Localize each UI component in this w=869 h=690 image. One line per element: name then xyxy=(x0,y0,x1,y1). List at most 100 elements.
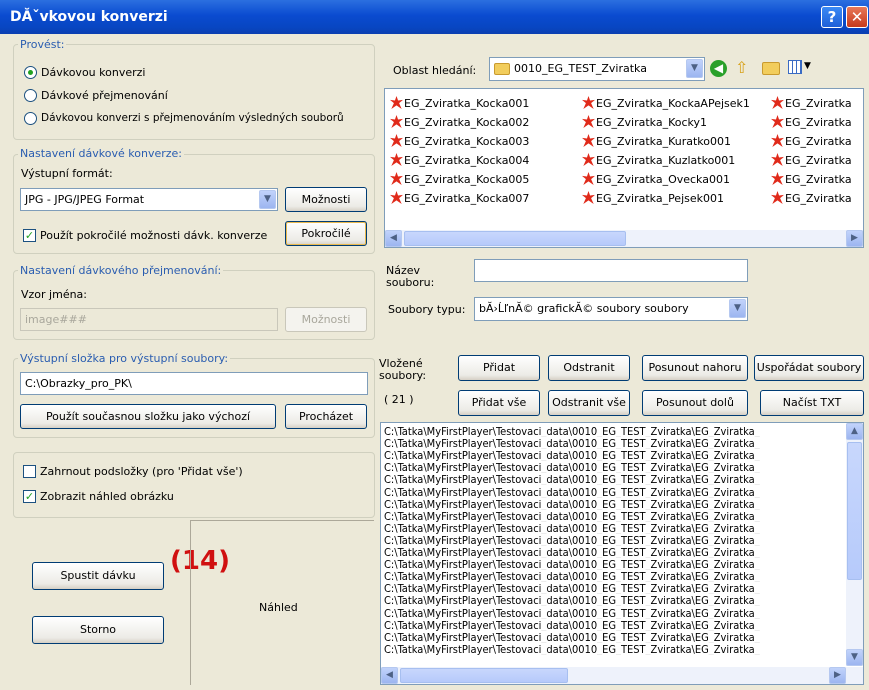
image-file-icon xyxy=(390,172,403,185)
advanced-options-label[interactable]: Použít pokročilé možnosti dávk. konverze xyxy=(40,229,267,242)
radio-batch-rename[interactable] xyxy=(24,89,37,102)
file-item[interactable]: EG_Zviratka_Kocka003 xyxy=(390,133,529,151)
queue-item[interactable]: C:\Tatka\MyFirstPlayer\Testovaci_data\00… xyxy=(384,571,844,582)
output-format-select[interactable]: JPG - JPG/JPEG Format ▼ xyxy=(20,188,278,211)
start-batch-button[interactable]: Spustit dávku xyxy=(32,562,164,590)
file-item[interactable]: EG_Zviratka_Kocky1 xyxy=(582,114,707,132)
queue-item[interactable]: C:\Tatka\MyFirstPlayer\Testovaci_data\00… xyxy=(384,608,844,619)
help-button[interactable]: ? xyxy=(821,6,843,28)
radio-batch-convert-label[interactable]: Dávkovou konverzi xyxy=(41,66,145,79)
remove-all-button[interactable]: Odstranit vše xyxy=(548,390,630,416)
output-folder-input[interactable]: C:\Obrazky_pro_PK\ xyxy=(20,372,368,395)
show-preview-checkbox[interactable]: ✓ xyxy=(23,490,36,503)
filetype-select[interactable]: bĂ›ĹľnĂ© grafickĂ© soubory soubory ▼ xyxy=(474,297,748,321)
search-location-select[interactable]: 0010_EG_TEST_Zviratka ▼ xyxy=(489,57,705,81)
file-item[interactable]: EG_Zviratka xyxy=(771,133,852,151)
file-item[interactable]: EG_Zviratka_Kuzlatko001 xyxy=(582,152,735,170)
file-item[interactable]: EG_Zviratka_Kuratko001 xyxy=(582,133,731,151)
scroll-left-button[interactable]: ◀ xyxy=(385,230,402,247)
queue-item[interactable]: C:\Tatka\MyFirstPlayer\Testovaci_data\00… xyxy=(384,595,844,606)
file-item[interactable]: EG_Zviratka_Kocka002 xyxy=(390,114,529,132)
rename-options-button[interactable]: Možnosti xyxy=(285,307,367,332)
queue-item[interactable]: C:\Tatka\MyFirstPlayer\Testovaci_data\00… xyxy=(384,535,844,546)
move-up-button[interactable]: Posunout nahoru xyxy=(642,355,748,381)
advanced-options-checkbox[interactable]: ✓ xyxy=(23,229,36,242)
cancel-button[interactable]: Storno xyxy=(32,616,164,644)
back-icon[interactable]: ◀ xyxy=(710,60,727,77)
chevron-down-icon[interactable]: ▼ xyxy=(729,299,746,318)
queue-item[interactable]: C:\Tatka\MyFirstPlayer\Testovaci_data\00… xyxy=(384,632,844,643)
queue-hscrollbar[interactable]: ◀ ▶ xyxy=(381,667,863,684)
file-item[interactable]: EG_Zviratka_Pejsek001 xyxy=(582,190,724,208)
scroll-down-button[interactable]: ▼ xyxy=(846,649,863,666)
queue-item[interactable]: C:\Tatka\MyFirstPlayer\Testovaci_data\00… xyxy=(384,523,844,534)
radio-convert-and-rename[interactable] xyxy=(24,112,37,125)
search-location-label: Oblast hledání: xyxy=(393,64,477,77)
queue-item[interactable]: C:\Tatka\MyFirstPlayer\Testovaci_data\00… xyxy=(384,426,844,437)
file-item[interactable]: EG_Zviratka_KockaAPejsek1 xyxy=(582,95,750,113)
scroll-thumb[interactable] xyxy=(400,668,568,683)
file-item[interactable]: EG_Zviratka_Kocka005 xyxy=(390,171,529,189)
up-folder-icon[interactable]: ⇧ xyxy=(735,59,753,77)
queue-item[interactable]: C:\Tatka\MyFirstPlayer\Testovaci_data\00… xyxy=(384,450,844,461)
radio-convert-and-rename-label[interactable]: Dávkovou konverzi s přejmenováním výsled… xyxy=(41,112,344,124)
queue-item[interactable]: C:\Tatka\MyFirstPlayer\Testovaci_data\00… xyxy=(384,487,844,498)
chevron-down-icon[interactable]: ▼ xyxy=(259,190,276,209)
radio-batch-rename-label[interactable]: Dávkové přejmenování xyxy=(41,89,168,102)
queue-item[interactable]: C:\Tatka\MyFirstPlayer\Testovaci_data\00… xyxy=(384,583,844,594)
file-item[interactable]: EG_Zviratka_Kocka004 xyxy=(390,152,529,170)
show-preview-label[interactable]: Zobrazit náhled obrázku xyxy=(40,490,174,503)
advanced-button[interactable]: Pokročilé xyxy=(285,221,367,246)
queue-item[interactable]: C:\Tatka\MyFirstPlayer\Testovaci_data\00… xyxy=(384,620,844,631)
file-item[interactable]: EG_Zviratka xyxy=(771,114,852,132)
scroll-left-button[interactable]: ◀ xyxy=(381,667,398,684)
load-txt-button[interactable]: Načíst TXT xyxy=(760,390,864,416)
file-item[interactable]: EG_Zviratka xyxy=(771,152,852,170)
queue-item[interactable]: C:\Tatka\MyFirstPlayer\Testovaci_data\00… xyxy=(384,644,844,655)
file-item[interactable]: EG_Zviratka xyxy=(771,95,852,113)
file-item[interactable]: EG_Zviratka_Ovecka001 xyxy=(582,171,730,189)
sort-files-button[interactable]: Uspořádat soubory xyxy=(754,355,864,381)
include-subfolders-label[interactable]: Zahrnout podsložky (pro 'Přidat vše') xyxy=(40,465,243,478)
add-all-button[interactable]: Přidat vše xyxy=(458,390,540,416)
format-options-button[interactable]: Možnosti xyxy=(285,187,367,212)
queue-vscrollbar[interactable]: ▲ ▼ xyxy=(846,423,863,666)
scroll-right-button[interactable]: ▶ xyxy=(829,667,846,684)
close-button[interactable]: ✕ xyxy=(846,6,868,28)
file-item[interactable]: EG_Zviratka xyxy=(771,190,852,208)
file-item-label: EG_Zviratka_Pejsek001 xyxy=(596,192,724,205)
view-menu-icon[interactable] xyxy=(788,60,802,74)
scroll-thumb[interactable] xyxy=(847,442,862,580)
queue-item[interactable]: C:\Tatka\MyFirstPlayer\Testovaci_data\00… xyxy=(384,511,844,522)
queue-item[interactable]: C:\Tatka\MyFirstPlayer\Testovaci_data\00… xyxy=(384,499,844,510)
file-item[interactable]: EG_Zviratka xyxy=(771,171,852,189)
rename-settings-legend: Nastavení dávkového přejmenování: xyxy=(18,264,224,277)
queue-item[interactable]: C:\Tatka\MyFirstPlayer\Testovaci_data\00… xyxy=(384,438,844,449)
scroll-up-button[interactable]: ▲ xyxy=(846,423,863,440)
scroll-right-button[interactable]: ▶ xyxy=(846,230,863,247)
name-pattern-input[interactable]: image### xyxy=(20,308,278,331)
scroll-thumb[interactable] xyxy=(404,231,626,246)
file-item[interactable]: EG_Zviratka_Kocka007 xyxy=(390,190,529,208)
queue-item[interactable]: C:\Tatka\MyFirstPlayer\Testovaci_data\00… xyxy=(384,462,844,473)
chevron-down-icon[interactable]: ▼ xyxy=(804,61,811,71)
browse-button-label: Procházet xyxy=(298,410,354,423)
file-item[interactable]: EG_Zviratka_Kocka001 xyxy=(390,95,529,113)
format-options-button-label: Možnosti xyxy=(301,193,351,206)
use-current-folder-button[interactable]: Použít současnou složku jako výchozí xyxy=(20,404,276,429)
file-list-hscrollbar[interactable]: ◀ ▶ xyxy=(385,230,863,247)
radio-batch-convert[interactable] xyxy=(24,66,37,79)
remove-button[interactable]: Odstranit xyxy=(548,355,630,381)
queue-count: ( 21 ) xyxy=(384,393,414,406)
include-subfolders-checkbox[interactable] xyxy=(23,465,36,478)
queue-item[interactable]: C:\Tatka\MyFirstPlayer\Testovaci_data\00… xyxy=(384,559,844,570)
remove-button-label: Odstranit xyxy=(563,361,615,374)
move-down-button[interactable]: Posunout dolů xyxy=(642,390,748,416)
chevron-down-icon[interactable]: ▼ xyxy=(686,59,703,78)
filename-input[interactable] xyxy=(474,259,748,282)
add-button[interactable]: Přidat xyxy=(458,355,540,381)
new-folder-icon[interactable] xyxy=(762,62,780,75)
browse-button[interactable]: Procházet xyxy=(285,404,367,429)
queue-item[interactable]: C:\Tatka\MyFirstPlayer\Testovaci_data\00… xyxy=(384,474,844,485)
queue-item[interactable]: C:\Tatka\MyFirstPlayer\Testovaci_data\00… xyxy=(384,547,844,558)
